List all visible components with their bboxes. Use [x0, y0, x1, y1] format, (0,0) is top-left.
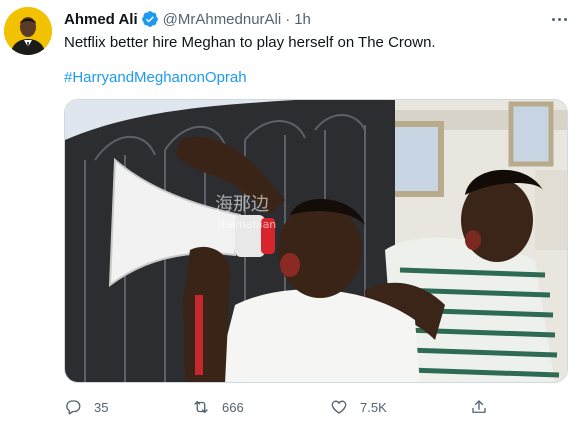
share-button[interactable] — [470, 396, 488, 418]
like-button[interactable]: 7.5K — [330, 396, 387, 418]
like-count: 7.5K — [360, 399, 387, 415]
retweet-count: 666 — [222, 399, 244, 415]
tweet-text: Netflix better hire Meghan to play herse… — [64, 34, 436, 51]
avatar-photo — [4, 7, 52, 55]
photo-two-men-megaphone: 海那边 Haimabian — [65, 100, 567, 382]
retweet-button[interactable]: 666 — [192, 396, 244, 418]
reply-button[interactable]: 35 — [64, 396, 108, 418]
author-handle[interactable]: @MrAhmednurAli — [163, 11, 282, 28]
watermark-cn: 海那边 — [215, 194, 269, 215]
more-options-icon[interactable] — [548, 10, 570, 28]
tweet-actions: 35 666 7.5K — [64, 396, 568, 418]
verified-badge-icon — [141, 11, 158, 27]
like-icon — [331, 400, 347, 414]
tweet-media-photo[interactable]: 海那边 Haimabian — [64, 99, 568, 383]
author-avatar[interactable] — [4, 7, 52, 55]
tweet[interactable]: Ahmed Ali @MrAhmednurAli · 1h Netflix be… — [0, 0, 579, 421]
tweet-timestamp[interactable]: 1h — [294, 11, 311, 28]
author-name[interactable]: Ahmed Ali — [64, 11, 138, 28]
reply-icon — [66, 400, 81, 415]
retweet-icon — [194, 401, 208, 413]
share-icon — [472, 400, 486, 413]
watermark-en: Haimabian — [217, 218, 276, 231]
tweet-header: Ahmed Ali @MrAhmednurAli · 1h — [64, 8, 311, 30]
reply-count: 35 — [94, 399, 109, 415]
separator-dot: · — [285, 10, 291, 28]
hashtag-link[interactable]: #HarryandMeghanonOprah — [64, 68, 247, 88]
